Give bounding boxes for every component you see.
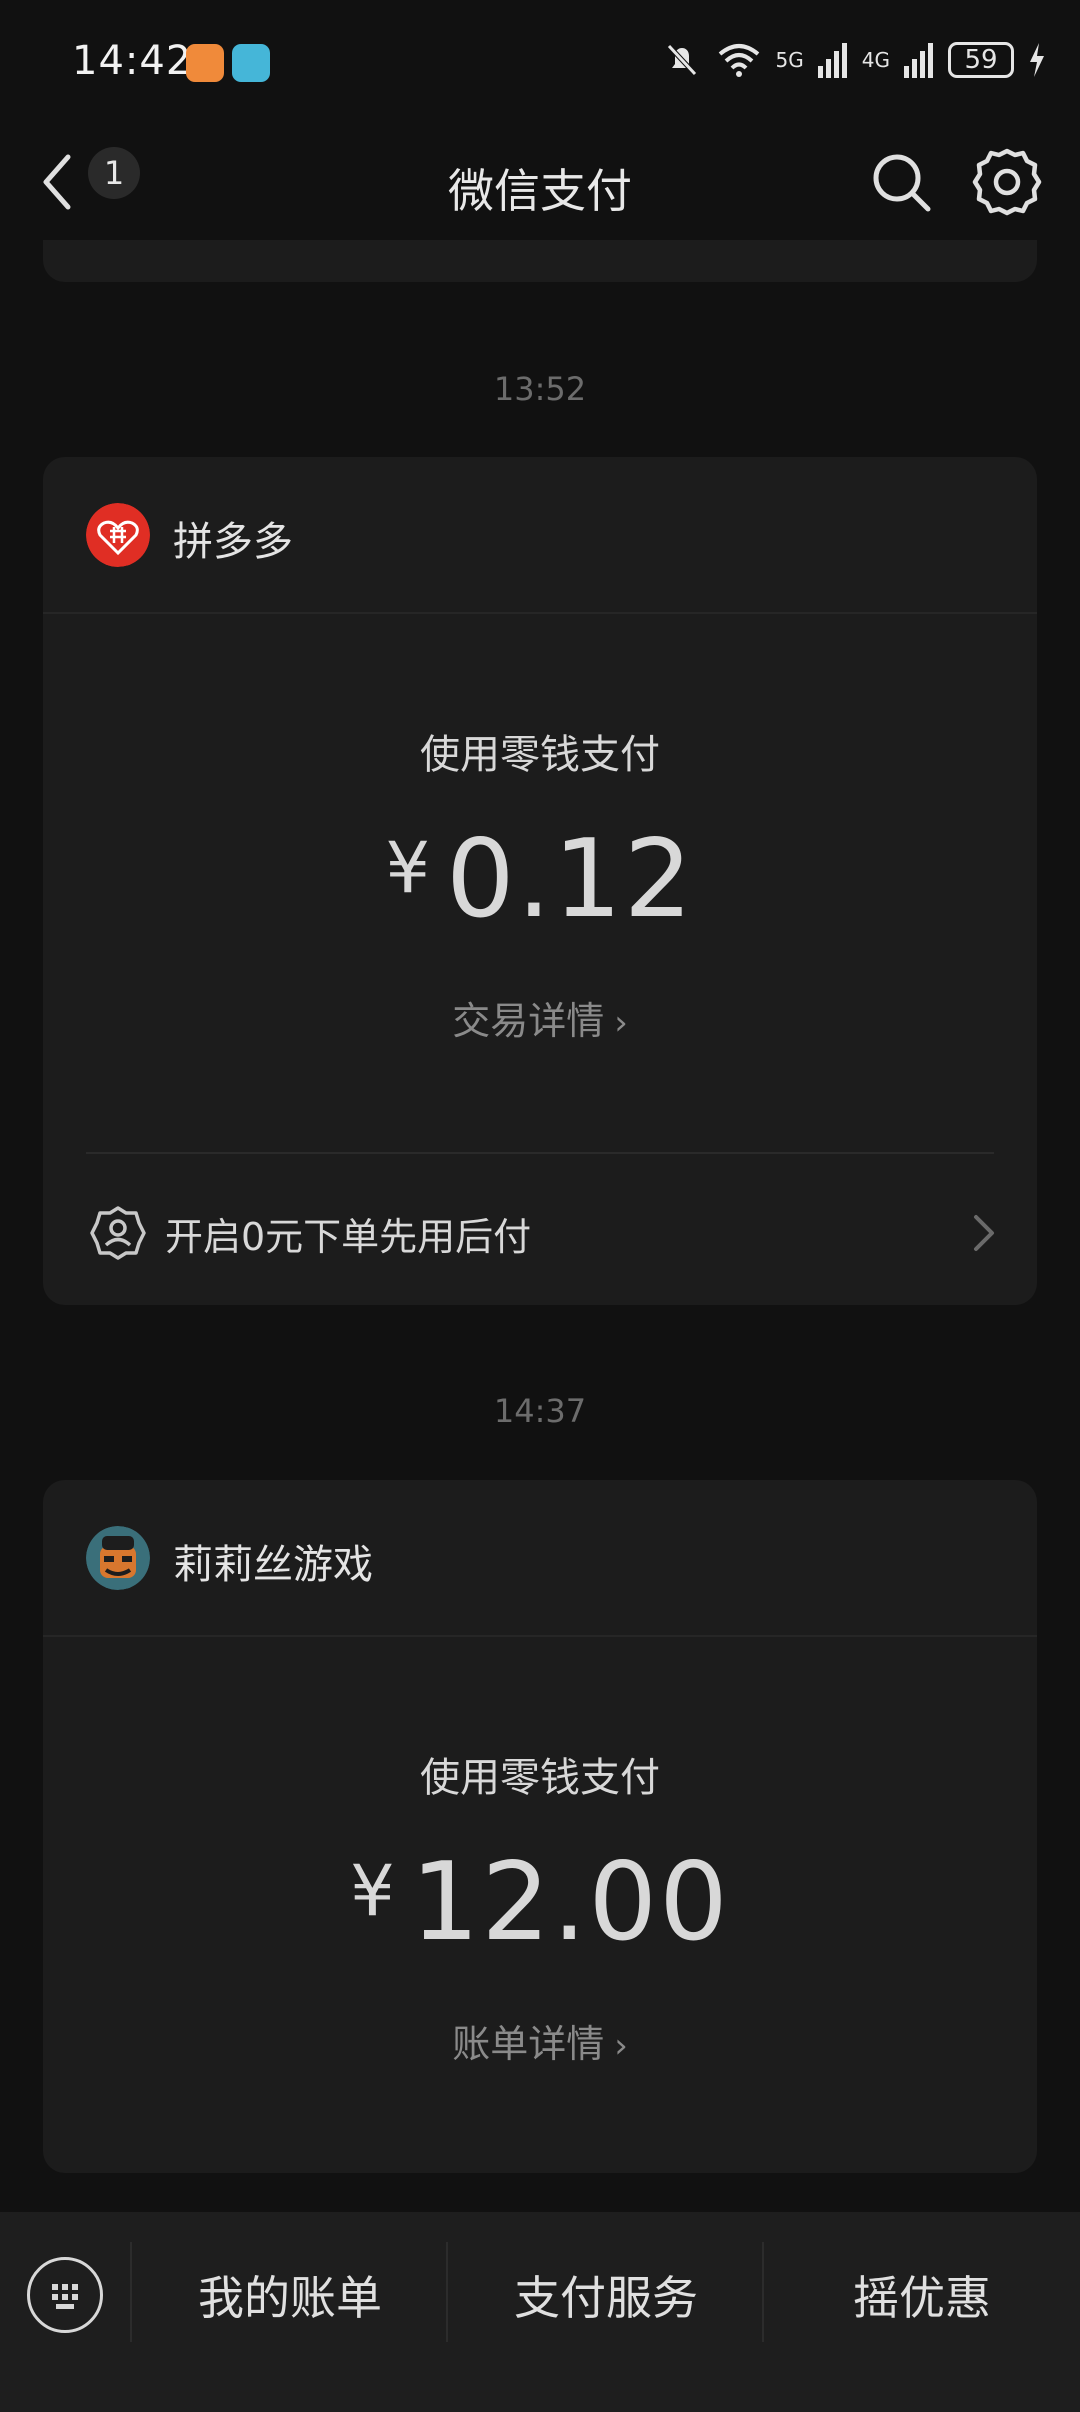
signal-icon (904, 43, 933, 78)
pay-later-promo-row[interactable]: 开启0元下单先用后付 (43, 1154, 1037, 1302)
heart-app-icon (186, 44, 224, 82)
pinduoduo-logo-icon (86, 503, 150, 567)
status-bar: 14:42 5G 4G 59 (0, 0, 1080, 125)
payment-message-card[interactable]: 莉莉丝游戏 使用零钱支付 ¥12.00 账单详情 › (43, 1480, 1037, 2173)
unread-count-badge[interactable]: 1 (88, 147, 140, 199)
signal-icon (817, 43, 847, 78)
transaction-detail-link[interactable]: 交易详情 › (43, 990, 1037, 1045)
chevron-right-icon (974, 1215, 994, 1251)
payment-amount: ¥12.00 (43, 1840, 1037, 1965)
currency-symbol: ¥ (350, 1850, 395, 1932)
amount-value: 12.00 (410, 1840, 730, 1965)
bottom-menu-bar: 我的账单 支付服务 摇优惠 (0, 2212, 1080, 2412)
payment-message-card[interactable]: 拼多多 使用零钱支付 ¥0.12 交易详情 › 开启0元下单先用后付 (43, 457, 1037, 1305)
menu-shake-discounts[interactable]: 摇优惠 (764, 2262, 1080, 2328)
nav-bar: 微信支付 (0, 125, 1080, 240)
battery-icon: 59 (948, 42, 1014, 78)
status-time: 14:42 (72, 38, 193, 84)
payment-amount: ¥0.12 (43, 817, 1037, 942)
gear-icon[interactable] (970, 145, 1044, 219)
menu-payment-services[interactable]: 支付服务 (448, 2262, 764, 2328)
message-timestamp: 14:37 (493, 1392, 587, 1430)
keyboard-icon (52, 2284, 78, 2309)
promo-text: 开启0元下单先用后付 (165, 1215, 532, 1259)
merchant-name: 莉莉丝游戏 (173, 1542, 373, 1588)
search-icon[interactable] (866, 147, 936, 217)
book-app-icon (232, 44, 270, 82)
merchant-header[interactable]: 拼多多 (43, 457, 1037, 614)
badge-user-icon (90, 1206, 146, 1260)
network-4g-label: 4G (861, 48, 890, 72)
detail-link-label: 交易详情 (452, 999, 605, 1043)
message-timestamp: 13:52 (493, 370, 587, 408)
lilith-games-logo-icon (86, 1526, 150, 1590)
chevron-right-icon: › (614, 2026, 628, 2066)
bill-detail-link[interactable]: 账单详情 › (43, 2013, 1037, 2068)
currency-symbol: ¥ (385, 827, 431, 909)
wechat-pay-chat-page: 14:42 5G 4G 59 微信支付 1 13:52 拼多多 使用零钱支付 ¥… (0, 0, 1080, 2412)
charging-icon (1030, 43, 1044, 77)
merchant-header[interactable]: 莉莉丝游戏 (43, 1480, 1037, 1637)
network-5g-label: 5G (775, 48, 804, 72)
merchant-name: 拼多多 (173, 519, 293, 565)
menu-my-bills[interactable]: 我的账单 (132, 2262, 448, 2328)
payment-method-label: 使用零钱支付 (420, 732, 660, 778)
detail-link-label: 账单详情 (452, 2022, 605, 2066)
payment-method-label: 使用零钱支付 (420, 1755, 660, 1801)
mute-bell-icon (666, 44, 697, 76)
chevron-right-icon: › (614, 1003, 628, 1043)
keyboard-toggle-button[interactable] (27, 2257, 103, 2333)
amount-value: 0.12 (446, 817, 695, 942)
wifi-icon (718, 44, 759, 77)
status-icons: 5G 4G 59 (662, 40, 1046, 80)
